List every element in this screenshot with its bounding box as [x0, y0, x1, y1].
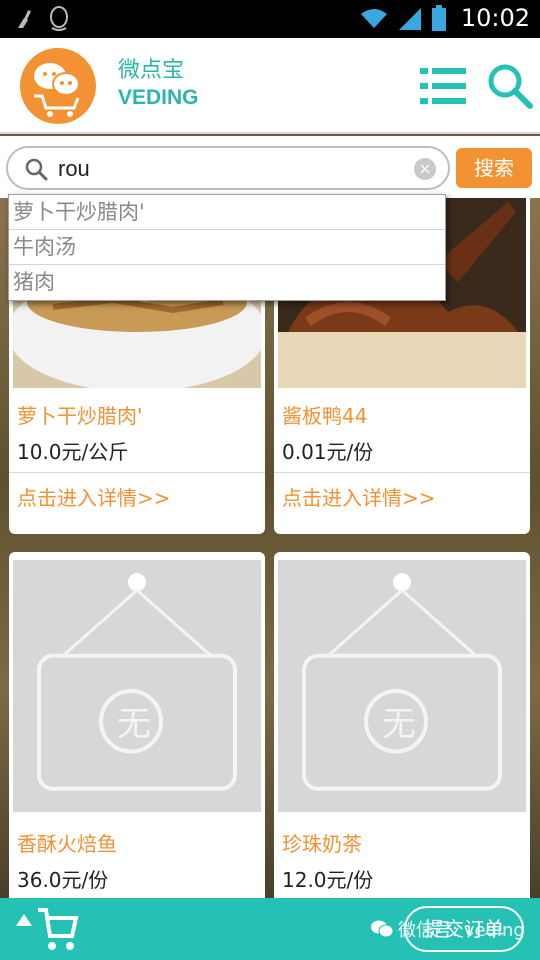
product-grid: 萝卜干炒腊肉' 10.0元/公斤 点击进入详情>> 酱板鸭44 0.01元/份 …	[0, 198, 540, 898]
product-name: 萝卜干炒腊肉'	[17, 404, 143, 428]
suggestion-item[interactable]: 牛肉汤	[9, 230, 445, 265]
battery-icon	[431, 5, 446, 31]
product-detail-link[interactable]: 点击进入详情>>	[282, 482, 436, 511]
search-input[interactable]	[58, 154, 408, 184]
status-bar: 10:02	[0, 0, 540, 38]
signal-icon	[398, 8, 421, 30]
brand-name-en: VEDING	[118, 86, 199, 109]
svg-text:无: 无	[117, 704, 151, 744]
cart-icon	[16, 908, 79, 950]
product-price: 10.0元/公斤	[17, 440, 129, 464]
search-box[interactable]: ×	[6, 146, 450, 190]
product-name: 珍珠奶茶	[282, 832, 362, 856]
no-image-placeholder: 无	[278, 560, 526, 812]
app-header: 微点宝 VEDING	[0, 38, 540, 134]
product-price: 36.0元/份	[17, 868, 109, 892]
wechat-cart-icon	[34, 63, 80, 117]
product-name: 香酥火焙鱼	[17, 832, 117, 856]
brand-name-cn: 微点宝	[118, 58, 185, 83]
suggestion-item[interactable]: 猪肉	[9, 265, 445, 300]
header-search-button[interactable]	[486, 62, 534, 110]
cart-button[interactable]	[14, 906, 80, 956]
search-bar: × 搜索	[0, 136, 540, 198]
watermark: 微信号: veding	[370, 916, 525, 942]
clock: 10:02	[460, 4, 530, 32]
menu-button[interactable]	[420, 66, 468, 106]
divider	[9, 472, 265, 473]
svg-text:无: 无	[382, 704, 416, 744]
search-suggestions: 萝卜干炒腊肉' 牛肉汤 猪肉	[8, 194, 446, 301]
product-card[interactable]: 无 珍珠奶茶 12.0元/份	[274, 552, 530, 898]
bottom-bar: 提交订单 微信号: veding	[0, 898, 540, 960]
divider	[274, 472, 530, 473]
product-card[interactable]: 无 香酥火焙鱼 36.0元/份	[9, 552, 265, 898]
qq-icon	[50, 6, 68, 31]
cleaner-icon	[18, 10, 31, 28]
product-name: 酱板鸭44	[282, 404, 368, 428]
suggestion-item[interactable]: 萝卜干炒腊肉'	[9, 195, 445, 230]
no-image-placeholder: 无	[13, 560, 261, 812]
search-icon	[488, 64, 533, 109]
list-menu-icon	[420, 68, 466, 104]
clear-icon[interactable]: ×	[414, 158, 436, 180]
wifi-icon	[360, 9, 387, 28]
wechat-icon	[371, 920, 394, 938]
search-submit-button[interactable]: 搜索	[456, 148, 532, 188]
app-logo	[20, 48, 96, 124]
product-price: 12.0元/份	[282, 868, 374, 892]
product-detail-link[interactable]: 点击进入详情>>	[17, 482, 171, 511]
magnifier-icon	[25, 158, 48, 181]
product-price: 0.01元/份	[282, 440, 374, 464]
watermark-text: 微信号: veding	[398, 920, 525, 941]
